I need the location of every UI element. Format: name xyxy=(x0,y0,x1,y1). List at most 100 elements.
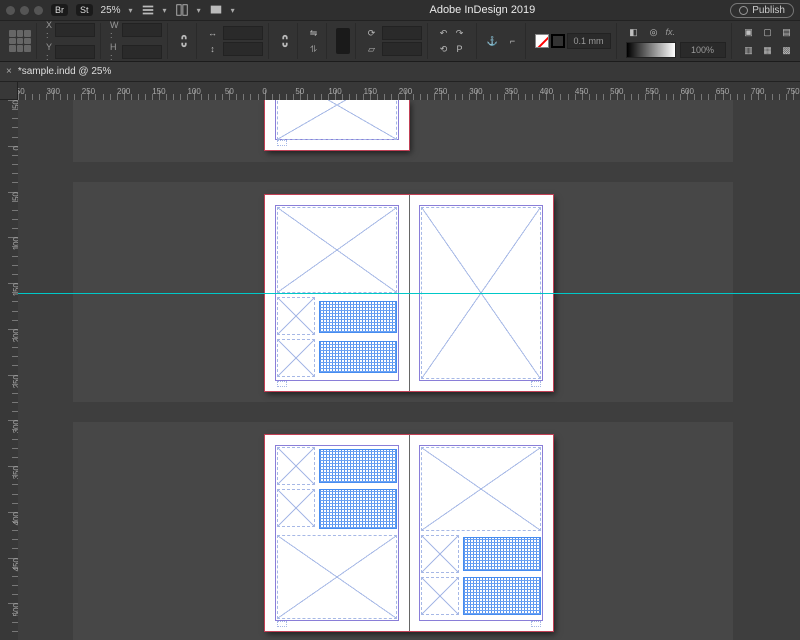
chevron-down-icon[interactable]: ▾ xyxy=(129,6,133,15)
shear-icon: ▱ xyxy=(365,42,379,56)
stroke-weight-input[interactable]: 0.1 mm xyxy=(567,33,611,49)
text-frame-selected[interactable] xyxy=(319,489,397,529)
empty-frame[interactable] xyxy=(421,447,541,531)
chevron-down-icon[interactable]: ▾ xyxy=(163,6,167,15)
y-label: Y : xyxy=(46,42,52,62)
empty-frame[interactable] xyxy=(277,297,315,335)
rotate-ccw-90-icon[interactable]: ↶ xyxy=(437,26,451,40)
scale-y-icon: ↕ xyxy=(206,42,220,56)
chevron-down-icon[interactable]: ▾ xyxy=(197,6,201,15)
center-content-icon[interactable]: ▤ xyxy=(779,24,795,40)
rotate-input[interactable] xyxy=(382,26,422,40)
empty-frame[interactable] xyxy=(277,100,397,140)
text-frame-selected[interactable] xyxy=(319,449,397,483)
flip-vertical-icon[interactable]: ⥮ xyxy=(307,42,321,56)
rotate-presets: ↶ ↷ ⟲ P xyxy=(432,23,477,59)
corner-options-icon[interactable]: ⌐ xyxy=(506,34,520,48)
h-input[interactable] xyxy=(122,45,162,59)
scale-x-icon: ↔ xyxy=(206,26,220,40)
ruler-vertical[interactable]: 50050100150200250300350400450500 xyxy=(0,100,18,640)
text-frame-selected[interactable] xyxy=(319,341,397,373)
empty-frame[interactable] xyxy=(277,339,315,377)
rotate-cw-90-icon[interactable]: ↷ xyxy=(453,26,467,40)
fit-frame-icon[interactable]: ▢ xyxy=(760,24,776,40)
empty-frame[interactable] xyxy=(277,489,315,527)
screen-mode-icon[interactable] xyxy=(209,3,223,17)
rotate-180-icon[interactable]: ⟲ xyxy=(437,42,451,56)
fit-prop-icon[interactable]: ▥ xyxy=(741,42,757,58)
view-options-icon[interactable] xyxy=(141,3,155,17)
page-number-frame xyxy=(277,381,287,387)
align-para-icon[interactable]: P xyxy=(453,42,467,56)
horizontal-guide[interactable] xyxy=(18,293,800,294)
shear-input[interactable] xyxy=(382,42,422,56)
close-tab-icon[interactable]: × xyxy=(6,66,12,77)
publish-button[interactable]: Publish xyxy=(730,3,794,18)
rotate-scale-icon-group xyxy=(331,23,356,59)
spread-page[interactable] xyxy=(265,100,409,150)
position-fields: X : Y : xyxy=(41,23,101,59)
empty-frame[interactable] xyxy=(277,535,397,619)
fx-label[interactable]: fx. xyxy=(666,27,676,37)
mac-menubar: Br St 25% ▾ ▾ ▾ ▾ Adobe InDesign 2019 Pu… xyxy=(0,0,800,20)
document-tab-bar: × *sample.indd @ 25% xyxy=(0,62,800,82)
ruler-origin[interactable] xyxy=(0,82,18,100)
scale-fields: ↔ ↕ xyxy=(201,23,269,59)
chain-link-icon[interactable] xyxy=(177,34,191,48)
canvas[interactable] xyxy=(18,100,800,640)
stock-button[interactable]: St xyxy=(76,4,93,16)
constrain-wh[interactable] xyxy=(172,23,197,59)
empty-frame[interactable] xyxy=(277,447,315,485)
ruler-horizontal[interactable]: 3503002502001501005005010015020025030035… xyxy=(18,82,800,100)
anchor-corner-group: ⚓ ⌐ xyxy=(481,23,526,59)
rotate-icon: ⟳ xyxy=(365,26,379,40)
text-frame-selected[interactable] xyxy=(319,301,397,333)
document-tab-label: *sample.indd @ 25% xyxy=(18,66,112,77)
control-bar: X : Y : W : H : ↔ ↕ ⇋ ⥮ ⟳ ▱ ↶ ↷ ⟲ P ⚓ ⌐ xyxy=(0,20,800,62)
chain-link-icon[interactable] xyxy=(278,34,292,48)
window-controls[interactable] xyxy=(6,6,43,15)
x-input[interactable] xyxy=(55,23,95,37)
flip-horizontal-icon[interactable]: ⇋ xyxy=(307,26,321,40)
text-frame-selected[interactable] xyxy=(463,537,541,571)
auto-fit-icon[interactable]: ▩ xyxy=(779,42,795,58)
flip-group: ⇋ ⥮ xyxy=(302,23,327,59)
page-number-frame xyxy=(277,140,287,146)
fit-content-icon[interactable]: ▣ xyxy=(741,24,757,40)
anchor-icon[interactable]: ⚓ xyxy=(486,34,500,48)
x-label: X : xyxy=(46,20,52,40)
page-number-frame xyxy=(531,381,541,387)
size-fields: W : H : xyxy=(105,23,168,59)
document-tab[interactable]: × *sample.indd @ 25% xyxy=(6,66,111,77)
bridge-button[interactable]: Br xyxy=(51,4,68,16)
empty-frame[interactable] xyxy=(277,207,397,293)
fill-stroke-group: 0.1 mm xyxy=(530,23,617,59)
fill-frame-icon[interactable]: ▦ xyxy=(760,42,776,58)
scale-x-input[interactable] xyxy=(223,26,263,40)
app-title: Adobe InDesign 2019 xyxy=(429,4,535,16)
drop-shadow-icon[interactable]: ◧ xyxy=(626,24,642,40)
page-number-frame xyxy=(277,621,287,627)
publish-label: Publish xyxy=(752,5,785,16)
empty-frame[interactable] xyxy=(421,577,459,615)
opacity-input[interactable]: 100% xyxy=(680,42,726,58)
y-input[interactable] xyxy=(55,45,95,59)
gradient-preview[interactable] xyxy=(626,42,676,58)
effects-icon[interactable]: ◎ xyxy=(646,24,662,40)
scale-y-input[interactable] xyxy=(223,42,263,56)
reference-point[interactable] xyxy=(4,23,37,59)
stroke-swatch[interactable] xyxy=(551,34,565,48)
spread[interactable] xyxy=(265,435,553,631)
fitting-group: ▣ ▢ ▤ ▥ ▦ ▩ xyxy=(736,23,800,59)
chevron-down-icon[interactable]: ▾ xyxy=(231,6,235,15)
text-frame-selected[interactable] xyxy=(463,577,541,615)
zoom-level[interactable]: 25% xyxy=(101,5,121,16)
arrange-icon[interactable] xyxy=(175,3,189,17)
page-spine xyxy=(409,435,410,631)
rotate-shear-fields: ⟳ ▱ xyxy=(360,23,428,59)
empty-frame[interactable] xyxy=(421,535,459,573)
page-number-frame xyxy=(531,621,541,627)
w-input[interactable] xyxy=(122,23,162,37)
constrain-scale[interactable] xyxy=(273,23,298,59)
fill-swatch[interactable] xyxy=(535,34,549,48)
